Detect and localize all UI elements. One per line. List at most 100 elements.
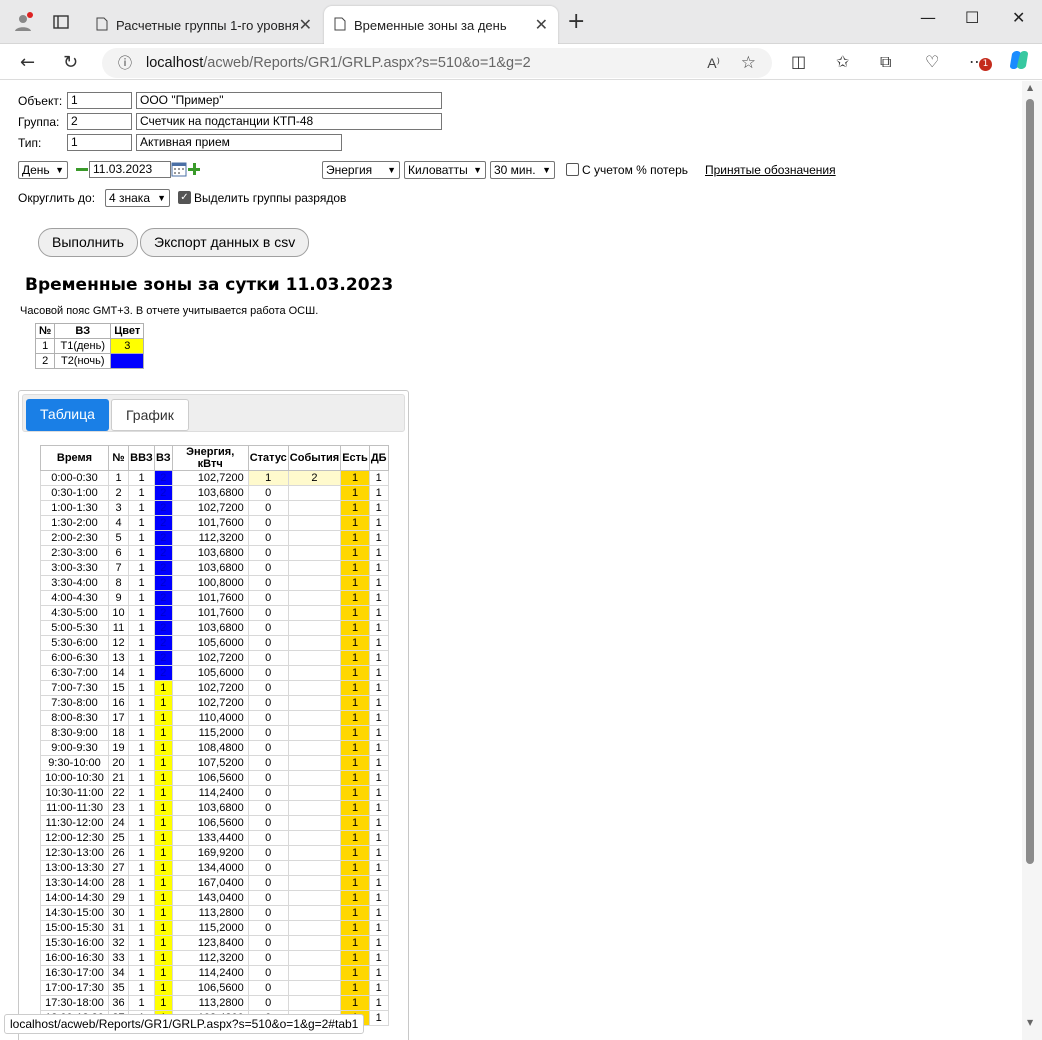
minus-icon[interactable] xyxy=(76,168,88,171)
table-row: 2:00-2:30 5 1 2 112,3200 0 1 1 xyxy=(40,530,389,546)
table-cell: 1 xyxy=(368,575,389,591)
copilot-icon[interactable] xyxy=(1008,49,1030,75)
group-name-field[interactable]: Счетчик на подстанции КТП-48 xyxy=(136,113,442,130)
table-cell: 1 xyxy=(340,590,370,606)
measure-select[interactable]: Энергия ▼ xyxy=(322,161,400,179)
period-select[interactable]: День ▼ xyxy=(18,161,68,179)
column-header: ВВЗ xyxy=(128,445,155,471)
table-cell: 1 xyxy=(154,890,173,906)
table-cell: 0 xyxy=(247,890,289,906)
table-cell: 1 xyxy=(340,575,370,591)
date-field[interactable]: 11.03.2023 xyxy=(89,161,171,178)
tab-calc-groups[interactable]: Расчетные группы 1-го уровня ✕ xyxy=(86,6,322,44)
back-icon[interactable]: ← xyxy=(20,52,35,73)
interval-value: 30 мин. xyxy=(494,163,536,177)
object-name-field[interactable]: ООО "Пример" xyxy=(136,92,442,109)
plus-icon[interactable] xyxy=(188,163,200,175)
round-value: 4 знака xyxy=(109,191,150,205)
type-id-field[interactable]: 1 xyxy=(67,134,132,151)
table-cell: 1 xyxy=(128,755,155,771)
type-name-field[interactable]: Активная прием xyxy=(136,134,342,151)
table-cell: 1 xyxy=(154,680,173,696)
table-cell: 1 xyxy=(128,470,155,486)
scroll-down-icon[interactable]: ▼ xyxy=(1027,1018,1033,1027)
tab-table[interactable]: Таблица xyxy=(26,399,109,431)
read-aloud-icon[interactable]: A⁾ xyxy=(707,55,720,72)
table-row: 4:30-5:00 10 1 2 101,7600 0 1 1 xyxy=(40,605,389,621)
table-cell: 1 xyxy=(368,740,389,756)
table-row: 13:30-14:00 28 1 1 167,0400 0 1 1 xyxy=(40,875,389,891)
tab-time-zones[interactable]: Временные зоны за день ✕ xyxy=(324,6,558,44)
table-cell: 26 xyxy=(108,845,129,861)
page-scrollbar[interactable]: ▲ ▼ xyxy=(1022,81,1042,1040)
more-icon[interactable]: ⋯ 1 xyxy=(969,52,992,71)
table-cell: 1 xyxy=(128,965,155,981)
refresh-icon[interactable]: ↻ xyxy=(63,52,78,73)
maximize-icon[interactable]: ☐ xyxy=(965,8,979,27)
table-cell: 2 xyxy=(154,575,173,591)
table-cell: 1 xyxy=(340,560,370,576)
table-row: 11:30-12:00 24 1 1 106,5600 0 1 1 xyxy=(40,815,389,831)
tab-chart[interactable]: График xyxy=(111,399,189,431)
close-icon[interactable]: ✕ xyxy=(299,15,312,35)
group-id-field[interactable]: 2 xyxy=(67,113,132,130)
table-cell: 1 xyxy=(340,800,370,816)
info-icon[interactable]: ⓘ xyxy=(118,53,132,73)
round-select[interactable]: 4 знака ▼ xyxy=(105,189,170,207)
table-cell: 103,6800 xyxy=(171,545,249,561)
object-id-field[interactable]: 1 xyxy=(67,92,132,109)
table-cell xyxy=(287,620,342,636)
table-cell: 4 xyxy=(108,515,129,531)
favorite-star-icon[interactable]: ☆ xyxy=(741,53,756,73)
group-digits-checkbox[interactable]: ✓ xyxy=(178,191,191,204)
table-cell: 3:00-3:30 xyxy=(40,560,109,576)
table-cell: 3:30-4:00 xyxy=(40,575,109,591)
table-cell: 1 xyxy=(154,950,173,966)
table-cell: 7:00-7:30 xyxy=(40,680,109,696)
table-cell: 115,2000 xyxy=(171,725,249,741)
table-cell xyxy=(287,695,342,711)
table-cell: 1 xyxy=(340,620,370,636)
table-cell: 16 xyxy=(108,695,129,711)
table-row: 16:00-16:30 33 1 1 112,3200 0 1 1 xyxy=(40,950,389,966)
table-cell: 0 xyxy=(247,950,289,966)
table-cell: 2 xyxy=(154,485,173,501)
window-close-icon[interactable]: ✕ xyxy=(1012,8,1025,27)
table-cell: 20 xyxy=(108,755,129,771)
chevron-down-icon: ▼ xyxy=(473,165,482,175)
address-bar[interactable]: ⓘ localhost/acweb/Reports/GR1/GRLP.aspx?… xyxy=(102,48,772,78)
table-cell: 1 xyxy=(128,890,155,906)
table-cell: 102,7200 xyxy=(171,680,249,696)
calendar-icon[interactable] xyxy=(171,161,187,180)
table-cell xyxy=(287,515,342,531)
table-cell: 30 xyxy=(108,905,129,921)
profile-icon[interactable] xyxy=(13,12,33,32)
split-screen-icon[interactable]: ◫ xyxy=(791,52,806,71)
close-icon[interactable]: ✕ xyxy=(535,15,548,35)
table-cell: 102,7200 xyxy=(171,650,249,666)
table-cell: 0 xyxy=(247,485,289,501)
table-cell xyxy=(287,650,342,666)
interval-select[interactable]: 30 мин. ▼ xyxy=(490,161,555,179)
scrollbar-thumb[interactable] xyxy=(1026,99,1034,864)
favorites-icon[interactable]: ✩ xyxy=(836,52,849,71)
export-csv-button[interactable]: Экспорт данных в csv xyxy=(140,228,310,257)
table-cell: 2:00-2:30 xyxy=(40,530,109,546)
table-cell: 10:00-10:30 xyxy=(40,770,109,786)
table-cell: 1 xyxy=(154,695,173,711)
new-tab-icon[interactable]: + xyxy=(567,11,585,33)
run-button[interactable]: Выполнить xyxy=(38,228,138,257)
table-cell: 9 xyxy=(108,590,129,606)
scroll-up-icon[interactable]: ▲ xyxy=(1027,83,1033,92)
health-icon[interactable]: ♡ xyxy=(925,52,939,71)
legend-link[interactable]: Принятые обозначения xyxy=(705,163,836,177)
table-cell: 0 xyxy=(247,995,289,1011)
losses-checkbox[interactable] xyxy=(566,163,579,176)
collections-icon[interactable]: ⧉ xyxy=(880,52,891,72)
units-select[interactable]: Киловатты ▼ xyxy=(404,161,486,179)
tab-actions-icon[interactable] xyxy=(51,12,71,32)
table-row: 3:30-4:00 8 1 2 100,8000 0 1 1 xyxy=(40,575,389,591)
minimize-icon[interactable]: — xyxy=(920,8,936,27)
table-cell: 1 xyxy=(368,710,389,726)
table-cell: 1 xyxy=(128,665,155,681)
